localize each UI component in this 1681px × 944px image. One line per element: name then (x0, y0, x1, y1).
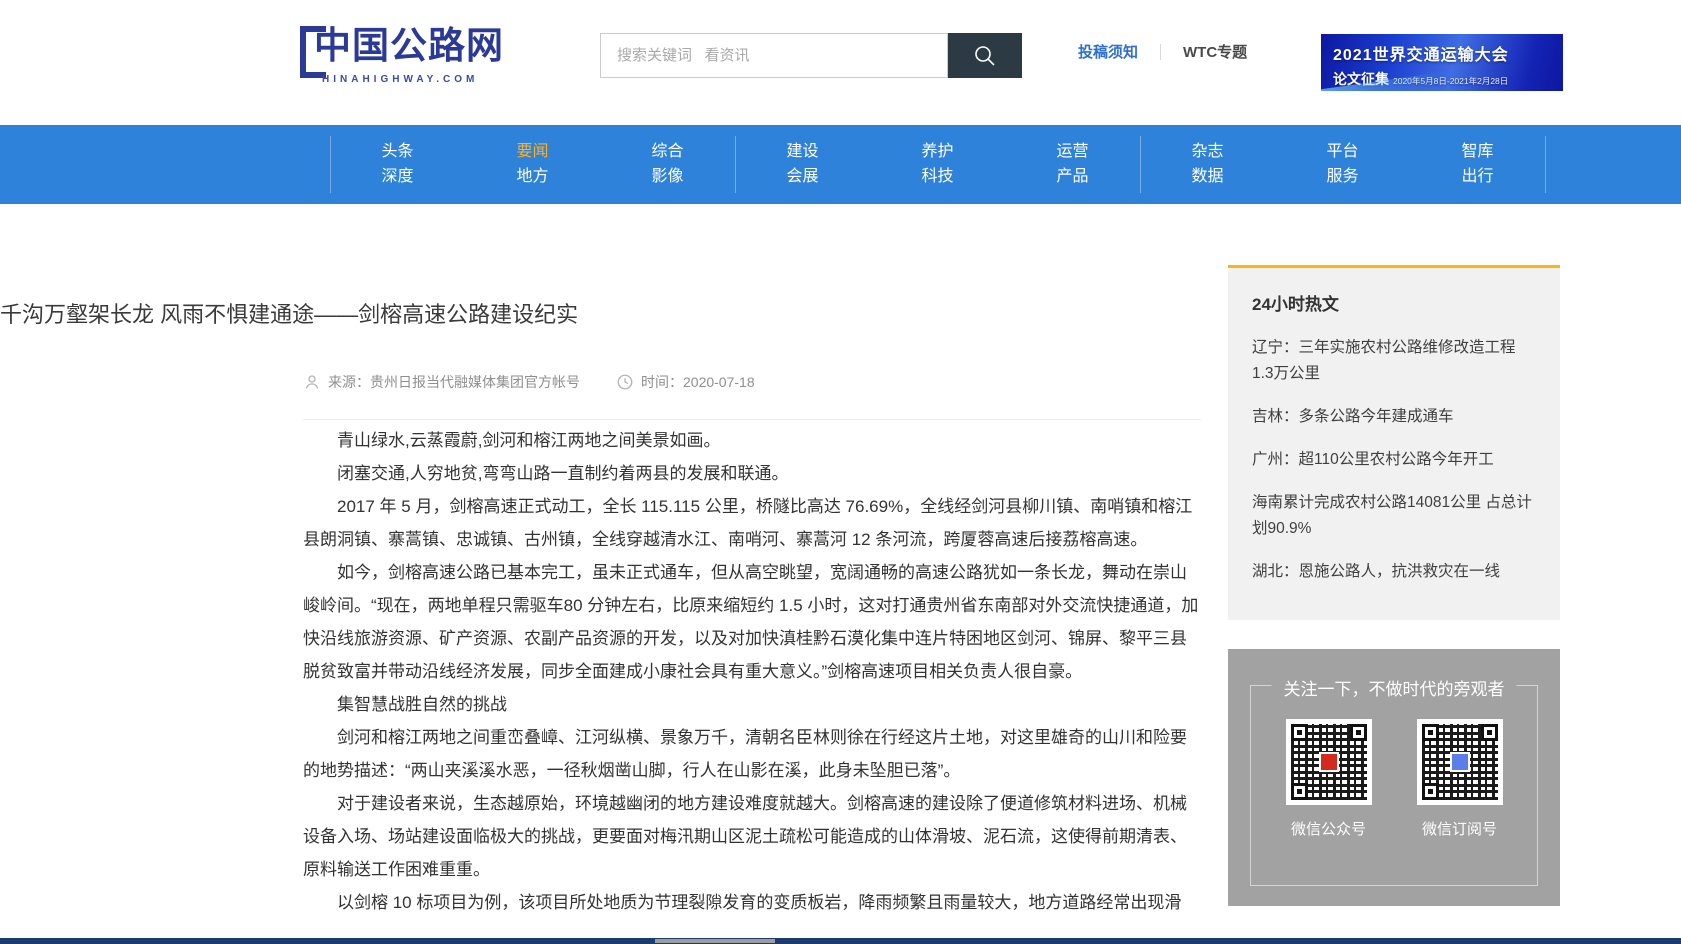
qr-finder-mark (1291, 783, 1308, 800)
article-paragraph: 闭塞交通,人穷地贫,弯弯山路一直制约着两县的发展和联通。 (303, 457, 1201, 490)
article-paragraph: 剑河和榕江两地之间重峦叠嶂、江河纵横、景象万千，清朝名臣林则徐在行经这片土地，对… (303, 721, 1201, 787)
nav-item-pingtai-fuwu[interactable]: 平台 服务 (1275, 125, 1410, 204)
nav-label[interactable]: 数据 (1191, 169, 1223, 185)
wechat-official-account-qr-code (1286, 719, 1372, 805)
qr-label: 微信订阅号 (1422, 818, 1497, 839)
wtc-conference-banner[interactable]: 2021世界交通运输大会 论文征集2020年5月8日-2021年2月28日 (1321, 34, 1563, 91)
nav-label[interactable]: 出行 (1461, 169, 1493, 185)
search-icon (972, 43, 998, 69)
nav-label[interactable]: 影像 (651, 169, 683, 185)
article-time: 时间：2020-07-18 (616, 372, 755, 392)
main-navigation: 头条 深度 要闻 地方 综合 影像 建设 会展 养护 科技 运营 产品 杂志 数… (0, 125, 1681, 204)
hot-article-link[interactable]: 海南累计完成农村公路14081公里 占总计划90.9% (1252, 490, 1536, 542)
nav-label[interactable]: 会展 (786, 169, 818, 185)
nav-item-yaowen-difang[interactable]: 要闻 地方 (465, 125, 600, 204)
hot-article-link[interactable]: 湖北：恩施公路人，抗洪救灾在一线 (1252, 559, 1536, 585)
submission-notice-link[interactable]: 投稿须知 (1078, 41, 1138, 62)
article-title: 千沟万壑架长龙 风雨不惧建通途——剑榕高速公路建设纪实 (0, 297, 898, 329)
header-links-divider (1160, 44, 1161, 60)
nav-label[interactable]: 地方 (516, 169, 548, 185)
author-icon (303, 373, 321, 391)
hot-article-link[interactable]: 辽宁：三年实施农村公路维修改造工程1.3万公里 (1252, 335, 1536, 387)
wechat-subscription-qr-code (1417, 719, 1503, 805)
nav-label-active[interactable]: 要闻 (516, 144, 548, 160)
nav-label[interactable]: 产品 (1056, 169, 1088, 185)
follow-us-panel: 关注一下，不做时代的旁观者 微信公众号 微信订阅号 (1228, 649, 1560, 906)
horizontal-scrollbar-thumb[interactable] (655, 939, 775, 943)
search-button[interactable] (948, 33, 1022, 78)
nav-divider (330, 136, 331, 193)
qr-finder-mark (1481, 724, 1498, 741)
horizontal-scrollbar[interactable] (0, 938, 1681, 944)
article-paragraph: 青山绿水,云蒸霞蔚,剑河和榕江两地之间美景如画。 (303, 424, 1201, 457)
nav-item-zhiku-chuxing[interactable]: 智库 出行 (1410, 125, 1545, 204)
qr-label: 微信公众号 (1291, 818, 1366, 839)
nav-divider (1140, 136, 1141, 193)
qr-finder-mark (1422, 783, 1439, 800)
qr-center-logo-red (1319, 752, 1339, 772)
banner-title: 2021世界交通运输大会 (1333, 41, 1563, 65)
time-text: 时间：2020-07-18 (641, 372, 755, 392)
nav-label[interactable]: 服务 (1326, 169, 1358, 185)
banner-subtitle: 论文征集2020年5月8日-2021年2月28日 (1333, 69, 1563, 89)
nav-label[interactable]: 头条 (381, 144, 413, 160)
source-text: 来源：贵州日报当代融媒体集团官方帐号 (328, 372, 580, 392)
nav-label[interactable]: 建设 (786, 144, 818, 160)
nav-label[interactable]: 科技 (921, 169, 953, 185)
qr-center-logo-blue (1450, 752, 1470, 772)
follow-title: 关注一下，不做时代的旁观者 (1272, 675, 1517, 700)
logo-name: 中国公路网 (314, 22, 504, 70)
qr-finder-mark (1291, 724, 1308, 741)
clock-icon (616, 373, 634, 391)
wtc-special-link[interactable]: WTC专题 (1183, 41, 1247, 62)
nav-item-zonghe-yingxiang[interactable]: 综合 影像 (600, 125, 735, 204)
article-meta: 来源：贵州日报当代融媒体集团官方帐号 时间：2020-07-18 (303, 372, 1201, 394)
nav-item-yunying-chanpin[interactable]: 运营 产品 (1005, 125, 1140, 204)
hot-article-link[interactable]: 吉林：多条公路今年建成通车 (1252, 404, 1536, 430)
nav-label[interactable]: 综合 (651, 144, 683, 160)
nav-item-zazhi-shuju[interactable]: 杂志 数据 (1140, 125, 1275, 204)
article-body: 青山绿水,云蒸霞蔚,剑河和榕江两地之间美景如画。 闭塞交通,人穷地贫,弯弯山路一… (303, 424, 1201, 919)
hot-articles-title: 24小时热文 (1252, 290, 1536, 315)
nav-item-toutiao-shendu[interactable]: 头条 深度 (330, 125, 465, 204)
nav-item-jianshe-huizhan[interactable]: 建设 会展 (735, 125, 870, 204)
search-input[interactable] (600, 33, 948, 78)
header-links: 投稿须知 WTC专题 (1078, 41, 1247, 62)
article-source: 来源：贵州日报当代融媒体集团官方帐号 (303, 372, 580, 392)
nav-label[interactable]: 杂志 (1191, 144, 1223, 160)
banner-date-range: 2020年5月8日-2021年2月28日 (1393, 76, 1508, 86)
nav-label[interactable]: 深度 (381, 169, 413, 185)
article-paragraph: 对于建设者来说，生态越原始，环境越幽闭的地方建设难度就越大。剑榕高速的建设除了便… (303, 787, 1201, 886)
site-header: 中国公路网 HINAHIGHWAY.COM 投稿须知 WTC专题 2021世界交… (0, 0, 1681, 125)
nav-label[interactable]: 平台 (1326, 144, 1358, 160)
meta-divider (303, 419, 1201, 420)
nav-label[interactable]: 养护 (921, 144, 953, 160)
article-paragraph: 集智慧战胜自然的挑战 (303, 688, 1201, 721)
nav-item-yanghu-keji[interactable]: 养护 科技 (870, 125, 1005, 204)
article-paragraph: 2017 年 5 月，剑榕高速正式动工，全长 115.115 公里，桥隧比高达 … (303, 490, 1201, 556)
hot-article-link[interactable]: 广州：超110公里农村公路今年开工 (1252, 447, 1536, 473)
nav-divider (1545, 136, 1546, 193)
nav-divider (735, 136, 736, 193)
qr-finder-mark (1422, 724, 1439, 741)
site-logo[interactable]: 中国公路网 HINAHIGHWAY.COM (300, 22, 530, 85)
nav-label[interactable]: 运营 (1056, 144, 1088, 160)
article-paragraph: 如今，剑榕高速公路已基本完工，虽未正式通车，但从高空眺望，宽阔通畅的高速公路犹如… (303, 556, 1201, 688)
search-bar (600, 33, 1022, 78)
hot-articles-panel: 24小时热文 辽宁：三年实施农村公路维修改造工程1.3万公里 吉林：多条公路今年… (1228, 265, 1560, 620)
qr-finder-mark (1350, 724, 1367, 741)
logo-domain: HINAHIGHWAY.COM (322, 74, 530, 85)
article-paragraph: 以剑榕 10 标项目为例，该项目所处地质为节理裂隙发育的变质板岩，降雨频繁且雨量… (303, 886, 1201, 919)
nav-label[interactable]: 智库 (1461, 144, 1493, 160)
